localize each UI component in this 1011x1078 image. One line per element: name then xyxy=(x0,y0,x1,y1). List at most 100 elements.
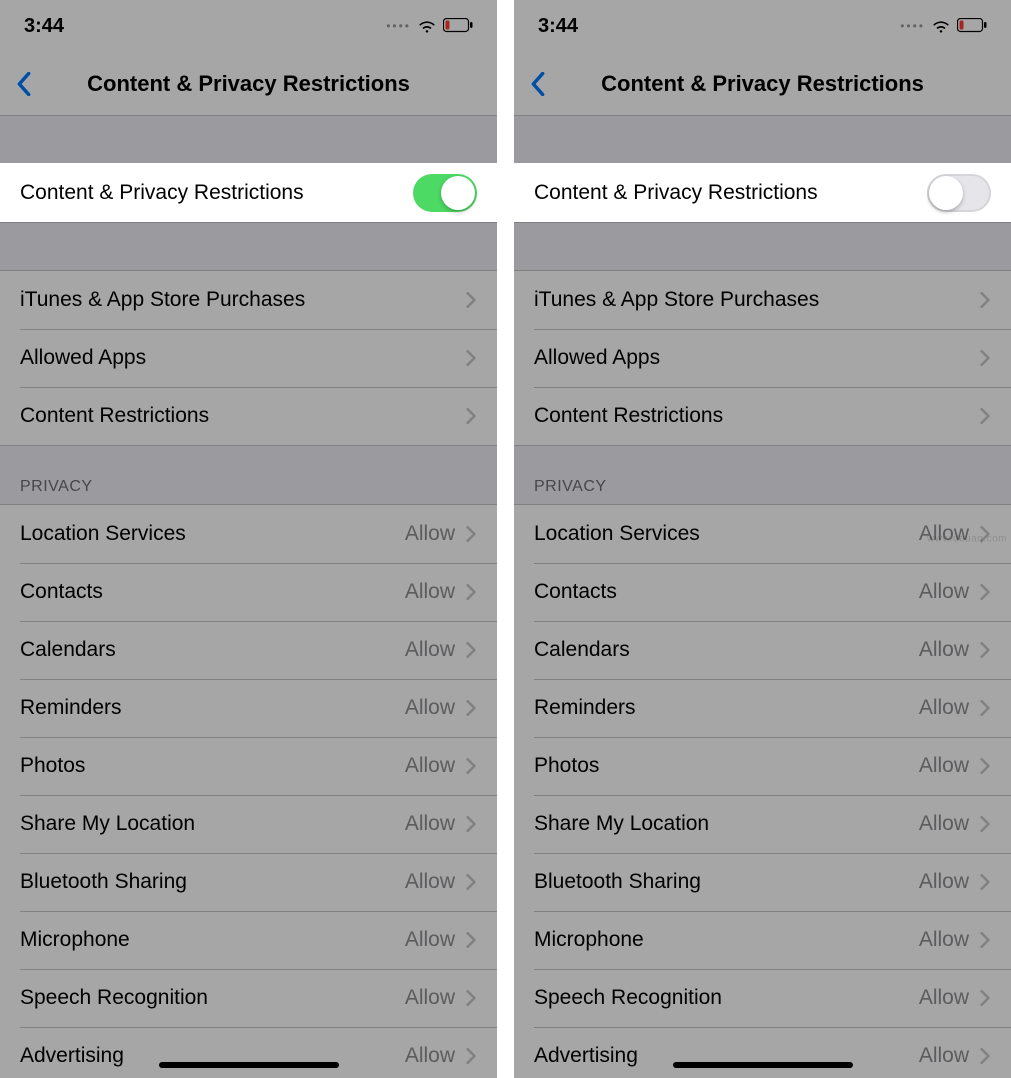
chevron-right-icon xyxy=(465,1046,477,1066)
cell-value: Allow xyxy=(919,580,969,604)
cell-label: Microphone xyxy=(534,928,644,952)
status-icons: •••• xyxy=(900,16,987,36)
store-group: iTunes & App Store Purchases Allowed App… xyxy=(0,270,497,446)
chevron-right-icon xyxy=(979,698,991,718)
chevron-right-icon xyxy=(979,988,991,1008)
cell-value: Allow xyxy=(919,870,969,894)
advertising-row[interactable]: AdvertisingAllow xyxy=(514,1027,1011,1078)
screenshot-right: 3:44 •••• Content & Privacy Restrictions… xyxy=(514,0,1011,1078)
itunes-row[interactable]: iTunes & App Store Purchases xyxy=(0,271,497,329)
battery-low-icon xyxy=(957,18,987,34)
status-bar: 3:44 •••• xyxy=(0,0,497,52)
chevron-right-icon xyxy=(465,582,477,602)
reminders-row[interactable]: RemindersAllow xyxy=(0,679,497,737)
chevron-right-icon xyxy=(465,872,477,892)
speech-recognition-row[interactable]: Speech RecognitionAllow xyxy=(0,969,497,1027)
cell-label: Calendars xyxy=(534,638,630,662)
toggle-knob xyxy=(441,176,475,210)
privacy-header: PRIVACY xyxy=(0,446,497,504)
cellular-dots-icon: •••• xyxy=(900,19,925,33)
cell-label: Allowed Apps xyxy=(20,346,146,370)
highlighted-toggle-row[interactable]: Content & Privacy Restrictions xyxy=(0,163,497,222)
cell-label: Advertising xyxy=(534,1044,638,1068)
photos-row[interactable]: PhotosAllow xyxy=(514,737,1011,795)
cell-value: Allow xyxy=(405,696,455,720)
highlighted-toggle-row[interactable]: Content & Privacy Restrictions xyxy=(514,163,1011,222)
contacts-row[interactable]: Contacts Allow xyxy=(514,563,1011,621)
cell-label: Speech Recognition xyxy=(534,986,722,1010)
nav-bar: Content & Privacy Restrictions xyxy=(514,52,1011,116)
cell-label: Speech Recognition xyxy=(20,986,208,1010)
allowed-apps-row[interactable]: Allowed Apps xyxy=(0,329,497,387)
contacts-row[interactable]: ContactsAllow xyxy=(0,563,497,621)
spacer xyxy=(0,223,497,270)
cell-value: Allow xyxy=(405,1044,455,1068)
chevron-right-icon xyxy=(979,640,991,660)
home-indicator[interactable] xyxy=(673,1062,853,1068)
watermark: www.deuaq.com xyxy=(927,534,1007,545)
calendars-row[interactable]: CalendarsAllow xyxy=(514,621,1011,679)
bluetooth-sharing-row[interactable]: Bluetooth SharingAllow xyxy=(0,853,497,911)
chevron-right-icon xyxy=(979,814,991,834)
microphone-row[interactable]: Microphone Allow xyxy=(514,911,1011,969)
cell-value: Allow xyxy=(405,812,455,836)
cell-label: Photos xyxy=(20,754,85,778)
toggle-switch-on[interactable] xyxy=(413,174,477,212)
cell-label: Location Services xyxy=(20,522,186,546)
chevron-right-icon xyxy=(465,524,477,544)
calendars-row[interactable]: CalendarsAllow xyxy=(0,621,497,679)
home-indicator[interactable] xyxy=(159,1062,339,1068)
chevron-right-icon xyxy=(979,582,991,602)
cell-label: Allowed Apps xyxy=(534,346,660,370)
content-restrictions-row[interactable]: Content Restrictions xyxy=(0,387,497,445)
speech-recognition-row[interactable]: Speech Recognition Allow xyxy=(514,969,1011,1027)
chevron-right-icon xyxy=(979,756,991,776)
cell-label: Advertising xyxy=(20,1044,124,1068)
chevron-right-icon xyxy=(465,814,477,834)
chevron-right-icon xyxy=(979,872,991,892)
cell-value: Allow xyxy=(919,812,969,836)
cell-label: Bluetooth Sharing xyxy=(20,870,187,894)
back-button[interactable] xyxy=(12,69,36,99)
chevron-right-icon xyxy=(979,406,991,426)
store-group: iTunes & App Store Purchases Allowed App… xyxy=(514,270,1011,446)
cell-value: Allow xyxy=(919,928,969,952)
chevron-right-icon xyxy=(979,930,991,950)
cell-label: Share My Location xyxy=(534,812,709,836)
content-restrictions-row[interactable]: Content Restrictions xyxy=(514,387,1011,445)
cell-value: Allow xyxy=(405,928,455,952)
chevron-right-icon xyxy=(465,348,477,368)
spacer xyxy=(514,116,1011,163)
cell-value: Allow xyxy=(405,580,455,604)
cell-label: Contacts xyxy=(534,580,617,604)
cell-label: Photos xyxy=(534,754,599,778)
settings-content: Content & Privacy Restrictions iTunes & … xyxy=(0,116,497,1078)
cell-label: Share My Location xyxy=(20,812,195,836)
cell-value: Allow xyxy=(405,522,455,546)
page-title: Content & Privacy Restrictions xyxy=(0,71,497,97)
cell-label: Content Restrictions xyxy=(20,404,209,428)
share-my-location-row[interactable]: Share My Location Allow xyxy=(514,795,1011,853)
allowed-apps-row[interactable]: Allowed Apps xyxy=(514,329,1011,387)
back-button[interactable] xyxy=(526,69,550,99)
share-my-location-row[interactable]: Share My Location Allow xyxy=(0,795,497,853)
photos-row[interactable]: PhotosAllow xyxy=(0,737,497,795)
screenshot-left: 3:44 •••• Content & Privacy Restrictions… xyxy=(0,0,497,1078)
chevron-right-icon xyxy=(979,290,991,310)
microphone-row[interactable]: MicrophoneAllow xyxy=(0,911,497,969)
page-title: Content & Privacy Restrictions xyxy=(514,71,1011,97)
itunes-row[interactable]: iTunes & App Store Purchases xyxy=(514,271,1011,329)
cell-label: Location Services xyxy=(534,522,700,546)
spacer xyxy=(0,116,497,163)
toggle-label: Content & Privacy Restrictions xyxy=(20,181,304,205)
toggle-switch-off[interactable] xyxy=(927,174,991,212)
chevron-right-icon xyxy=(979,348,991,368)
location-services-row[interactable]: Location Services Allow xyxy=(0,505,497,563)
bluetooth-sharing-row[interactable]: Bluetooth Sharing Allow xyxy=(514,853,1011,911)
cell-label: Content Restrictions xyxy=(534,404,723,428)
reminders-row[interactable]: RemindersAllow xyxy=(514,679,1011,737)
chevron-right-icon xyxy=(465,988,477,1008)
cell-label: Bluetooth Sharing xyxy=(534,870,701,894)
advertising-row[interactable]: Advertising Allow xyxy=(0,1027,497,1078)
cell-value: Allow xyxy=(919,986,969,1010)
